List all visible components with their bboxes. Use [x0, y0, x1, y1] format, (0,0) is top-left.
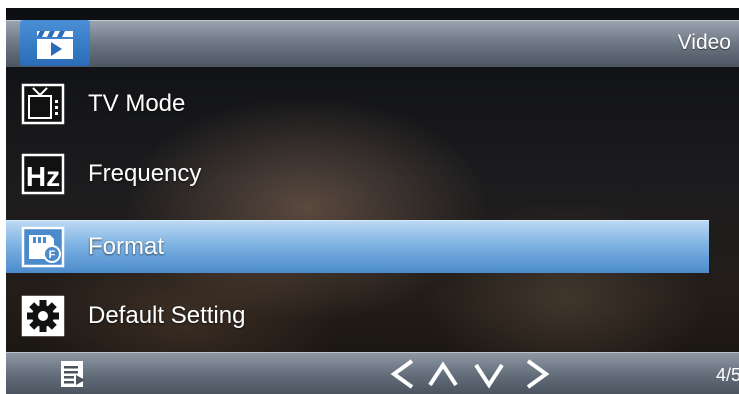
menu-item-label: TV Mode [88, 90, 186, 117]
page-title: Video [677, 31, 731, 54]
chevron-left-icon[interactable] [388, 357, 418, 394]
video-clapper-icon[interactable] [20, 20, 90, 66]
sd-card-format-icon: F [20, 225, 66, 269]
tv-icon [20, 82, 66, 126]
footer-bar: 4/5 [6, 352, 739, 394]
menu-item-tv-mode[interactable]: TV Mode [6, 78, 709, 130]
camera-menu-screen: Video TV Mode Hz Frequency F Format Defa… [6, 8, 739, 394]
svg-text:Hz: Hz [26, 161, 60, 192]
menu-item-default-setting[interactable]: Default Setting [6, 290, 709, 342]
menu-item-label: Default Setting [88, 302, 246, 329]
chevron-right-icon[interactable] [522, 357, 552, 394]
menu-item-frequency[interactable]: Hz Frequency [6, 148, 709, 200]
chevron-up-icon[interactable] [426, 357, 460, 394]
header-bar [6, 20, 739, 67]
page-indicator: 4/5 [715, 365, 739, 385]
hz-icon: Hz [20, 152, 66, 196]
svg-text:F: F [49, 249, 56, 261]
menu-item-format[interactable]: F Format [6, 220, 709, 273]
chevron-down-icon[interactable] [472, 357, 506, 394]
menu-item-label: Format [88, 233, 165, 260]
menu-list-icon[interactable] [58, 359, 88, 394]
gear-icon [20, 294, 66, 338]
menu-item-label: Frequency [88, 160, 202, 187]
